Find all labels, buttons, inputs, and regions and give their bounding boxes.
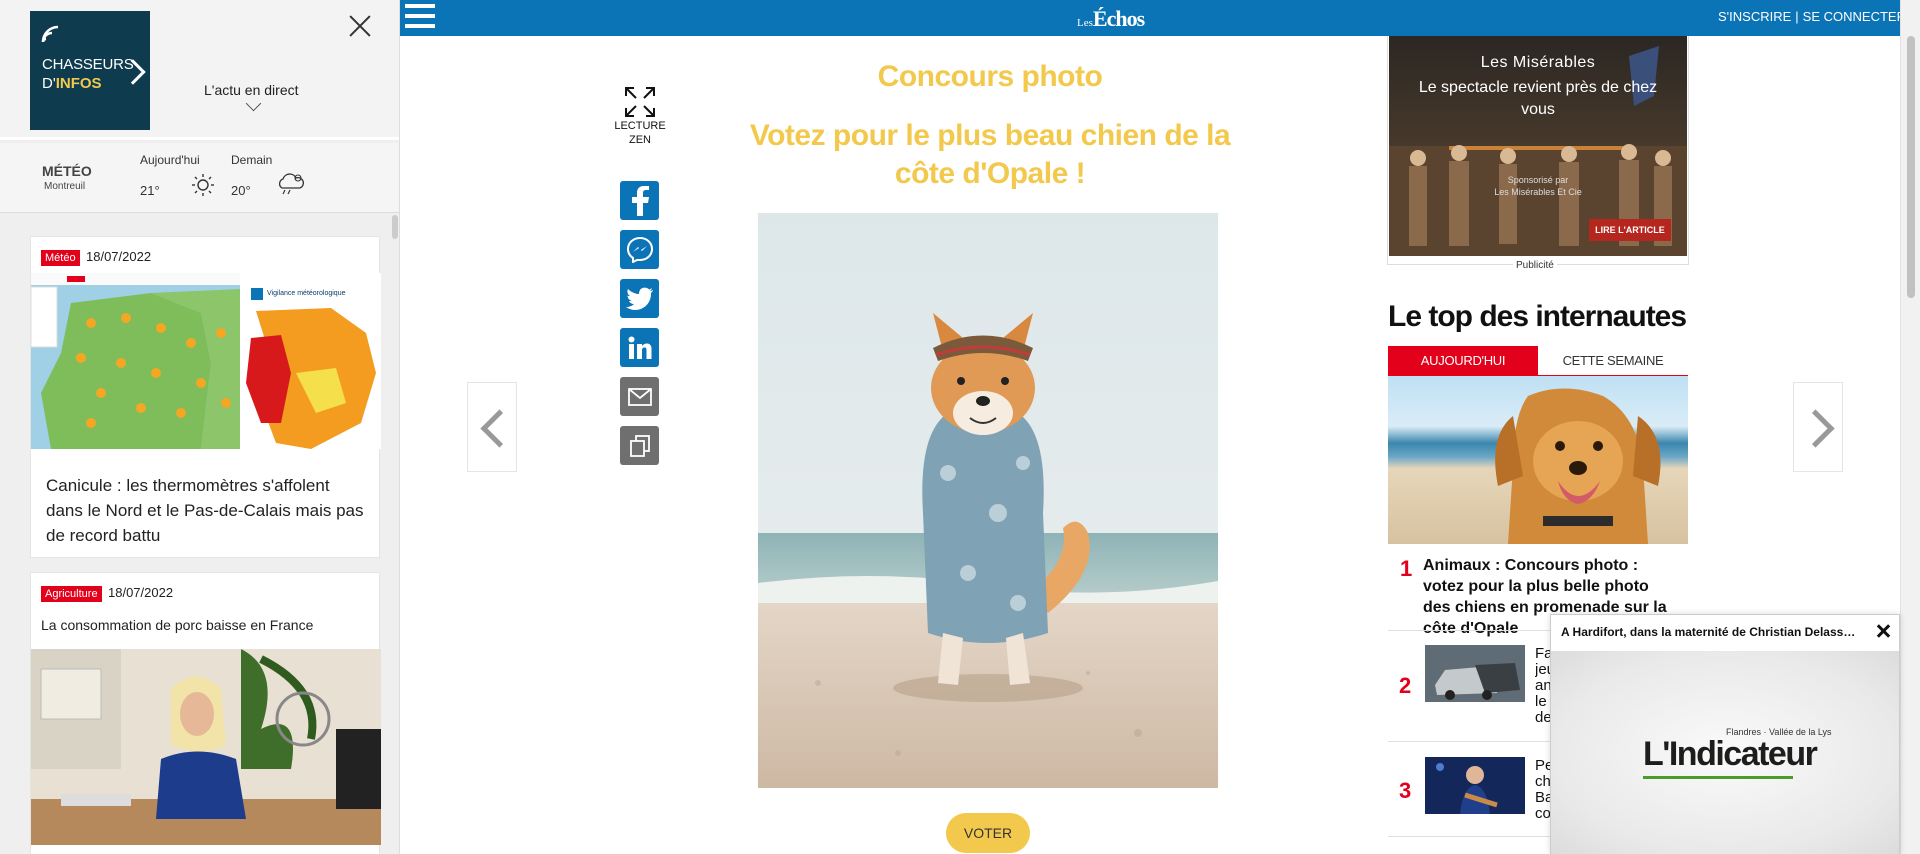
weather-widget: MÉTÉO Montreuil Aujourd'hui 21° Demain 2… bbox=[0, 143, 399, 213]
sun-icon bbox=[192, 174, 214, 196]
weather-today-temp: 21° bbox=[140, 183, 160, 198]
shiba-dog-graphic bbox=[758, 213, 1218, 788]
ad-label: Publicité bbox=[1513, 260, 1557, 271]
office-photo-graphic bbox=[31, 649, 381, 845]
sidebar-scrollbar[interactable] bbox=[392, 215, 398, 239]
email-share-button[interactable] bbox=[620, 377, 659, 416]
chevron-down-icon[interactable] bbox=[244, 102, 264, 112]
news-date: 18/07/2022 bbox=[86, 249, 152, 264]
accident-thumbnail[interactable] bbox=[1425, 645, 1525, 702]
facebook-share-button[interactable] bbox=[620, 181, 659, 220]
ad-read-article-button[interactable]: LIRE L'ARTICLE bbox=[1589, 219, 1671, 241]
left-sidebar: CHASSEURS D'INFOS L'actu en direct MÉTÉO… bbox=[0, 0, 400, 854]
news-card[interactable]: Météo 18/07/2022 Vigilance météorologiqu… bbox=[30, 236, 381, 558]
top-bar bbox=[400, 0, 1900, 36]
signal-icon bbox=[41, 25, 59, 43]
logo-line-2: D'INFOS bbox=[42, 75, 102, 92]
ad-sponsor: Sponsorisé par Les Misérables Et Cie bbox=[1389, 174, 1687, 198]
car-crash-graphic bbox=[1425, 645, 1525, 702]
auth-links: S'INSCRIRE | SE CONNECTER bbox=[1718, 9, 1906, 24]
weather-today-label: Aujourd'hui bbox=[140, 153, 200, 167]
news-date: 18/07/2022 bbox=[108, 585, 174, 600]
auth-separator: | bbox=[1795, 9, 1799, 24]
messenger-icon bbox=[626, 236, 653, 263]
logo-line-2b: INFOS bbox=[55, 75, 102, 92]
brand-small: Les bbox=[1077, 17, 1093, 29]
tab-today[interactable]: AUJOURD'HUI bbox=[1388, 346, 1538, 375]
office-woman-image[interactable] bbox=[31, 649, 381, 845]
rank-number: 2 bbox=[1399, 673, 1412, 698]
news-feed: Météo 18/07/2022 Vigilance météorologiqu… bbox=[0, 214, 399, 854]
twitter-share-button[interactable] bbox=[620, 279, 659, 318]
weather-tomorrow-temp: 20° bbox=[231, 183, 251, 198]
login-link[interactable]: SE CONNECTER bbox=[1803, 9, 1906, 24]
logo-line-2a: D' bbox=[42, 75, 56, 92]
close-video-icon[interactable] bbox=[1873, 621, 1893, 641]
video-title[interactable]: A Hardifort, dans la maternité de Christ… bbox=[1561, 625, 1861, 639]
signup-link[interactable]: S'INSCRIRE bbox=[1718, 9, 1791, 24]
facebook-icon bbox=[631, 185, 649, 216]
floating-video-player[interactable]: A Hardifort, dans la maternité de Christ… bbox=[1550, 614, 1900, 854]
article-kicker: Concours photo bbox=[877, 60, 1103, 93]
news-title[interactable]: La consommation de porc baisse en France bbox=[41, 617, 313, 633]
brand-name: Échos bbox=[1092, 6, 1145, 31]
zen-reading-button[interactable]: LECTURE ZEN bbox=[605, 86, 675, 146]
weather-map-graphic: Vigilance météorologique bbox=[31, 273, 381, 449]
weather-title: MÉTÉO bbox=[42, 163, 92, 179]
golden-dog-graphic bbox=[1495, 388, 1661, 544]
copy-icon bbox=[629, 434, 650, 457]
rank-number: 1 bbox=[1400, 556, 1413, 581]
tab-this-week[interactable]: CETTE SEMAINE bbox=[1538, 346, 1688, 375]
mail-icon bbox=[627, 387, 652, 406]
site-brand[interactable]: LesÉchos bbox=[1077, 6, 1145, 32]
vote-button[interactable]: VOTER bbox=[946, 813, 1030, 853]
linkedin-icon bbox=[628, 336, 651, 359]
golden-retriever-image[interactable] bbox=[1388, 376, 1688, 544]
concert-thumbnail[interactable] bbox=[1425, 757, 1525, 814]
top-articles-title: Le top des internautes bbox=[1388, 300, 1687, 333]
news-card[interactable]: Agriculture 18/07/2022 La consommation d… bbox=[30, 572, 381, 854]
previous-arrow-button[interactable] bbox=[467, 382, 517, 472]
ad-text: Le spectacle revient près de chez vous bbox=[1418, 79, 1658, 118]
brand-underline bbox=[1643, 776, 1793, 779]
chasseurs-dinfos-logo[interactable]: CHASSEURS D'INFOS bbox=[30, 11, 150, 130]
rank-number: 3 bbox=[1399, 778, 1412, 803]
menu-icon[interactable] bbox=[405, 4, 437, 30]
zen-label-1: LECTURE bbox=[614, 120, 666, 132]
news-title[interactable]: Canicule : les thermomètres s'affolent d… bbox=[46, 473, 366, 548]
ad-sponsor-line-2: Les Misérables Et Cie bbox=[1494, 187, 1582, 197]
ad-title: Les Misérables bbox=[1480, 54, 1596, 71]
expand-icon bbox=[625, 87, 655, 117]
category-tag[interactable]: Météo bbox=[41, 250, 80, 266]
weather-city: Montreuil bbox=[44, 181, 86, 192]
singer-graphic bbox=[1425, 757, 1525, 814]
zen-label-2: ZEN bbox=[629, 134, 651, 146]
messenger-share-button[interactable] bbox=[620, 230, 659, 269]
video-screen[interactable]: Flandres · Vallée de la Lys L'Indicateur bbox=[1551, 651, 1899, 854]
page-scrollbar[interactable] bbox=[1900, 0, 1920, 854]
linkedin-share-button[interactable] bbox=[620, 328, 659, 367]
cloud-rain-icon bbox=[278, 173, 304, 195]
live-news-label[interactable]: L'actu en direct bbox=[204, 82, 299, 98]
sidebar-header: CHASSEURS D'INFOS L'actu en direct bbox=[0, 0, 399, 140]
category-tag[interactable]: Agriculture bbox=[41, 586, 102, 602]
video-brand-logo: L'Indicateur bbox=[1643, 735, 1818, 773]
dog-beach-photo[interactable] bbox=[758, 213, 1218, 788]
weather-map-image[interactable]: Vigilance météorologique bbox=[31, 273, 381, 449]
next-arrow-button[interactable] bbox=[1793, 382, 1843, 472]
sponsored-ad[interactable]: Les Misérables Le spectacle revient près… bbox=[1389, 36, 1687, 256]
page-scrollbar-thumb[interactable] bbox=[1907, 36, 1915, 298]
article-headline: Votez pour le plus beau chien de la côte… bbox=[749, 119, 1231, 190]
ad-sponsor-line-1: Sponsorisé par bbox=[1507, 175, 1569, 185]
map-caption: Vigilance météorologique bbox=[267, 290, 346, 297]
weather-tomorrow-label: Demain bbox=[231, 153, 273, 167]
copy-link-button[interactable] bbox=[620, 426, 659, 465]
twitter-icon bbox=[625, 287, 653, 310]
logo-line-1: CHASSEURS bbox=[42, 56, 134, 73]
close-sidebar-icon[interactable] bbox=[346, 12, 374, 40]
